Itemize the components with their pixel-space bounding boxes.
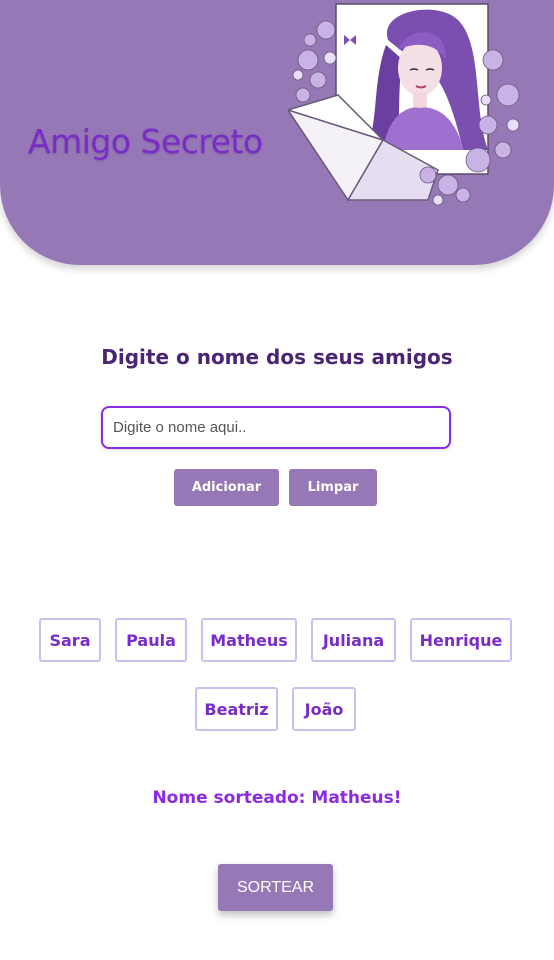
friend-chip: Sara [39,618,101,662]
friend-name-input[interactable] [101,406,451,449]
header-banner: Amigo Secreto [0,0,554,265]
friend-chip: João [292,687,356,731]
woman-envelope-illustration [288,3,520,206]
add-button[interactable]: Adicionar [174,469,279,506]
friend-chip: Matheus [201,618,297,662]
page: Amigo Secreto Digite o nome dos seus ami… [0,0,554,960]
draw-button[interactable]: SORTEAR [218,864,333,911]
app-title: Amigo Secreto [28,122,263,161]
friend-chip: Juliana [311,618,396,662]
draw-result: Nome sorteado: Matheus! [152,788,402,808]
clear-button[interactable]: Limpar [289,469,377,506]
friend-chip: Paula [115,618,187,662]
friend-chip: Beatriz [195,687,278,731]
form-heading: Digite o nome dos seus amigos [101,345,453,369]
friend-chip: Henrique [410,618,512,662]
